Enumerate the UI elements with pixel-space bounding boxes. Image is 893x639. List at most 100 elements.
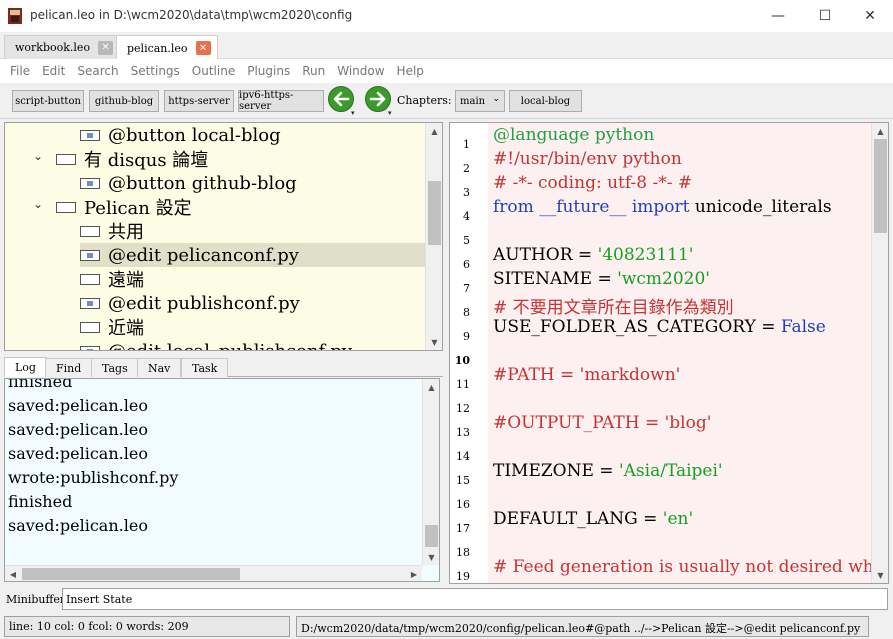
- close-tab-icon[interactable]: ✕: [195, 41, 211, 55]
- window-title: pelican.leo in D:\wcm2020\data\tmp\wcm20…: [30, 8, 353, 22]
- outline-node-label: @button local-blog: [108, 124, 281, 146]
- scroll-down-icon[interactable]: ▼: [872, 567, 888, 583]
- log-vertical-scrollbar[interactable]: ▲ ▼: [422, 379, 439, 565]
- menu-outline[interactable]: Outline: [186, 64, 241, 78]
- log-line: wrote:publishconf.py: [8, 468, 179, 487]
- outline-pane[interactable]: @button local-blog ⌄ 有 disqus 論壇 @button…: [4, 122, 443, 351]
- menu-file[interactable]: File: [4, 64, 36, 78]
- close-tab-icon[interactable]: ✕: [98, 40, 114, 55]
- menu-bar: File Edit Search Settings Outline Plugin…: [0, 59, 893, 83]
- line-number: 2: [463, 162, 470, 175]
- scrollbar-thumb[interactable]: [428, 181, 441, 245]
- outline-node[interactable]: 近端: [80, 315, 144, 339]
- menu-settings[interactable]: Settings: [125, 64, 186, 78]
- scroll-up-icon[interactable]: ▲: [872, 123, 888, 139]
- menu-edit[interactable]: Edit: [36, 64, 71, 78]
- doc-tab-workbook[interactable]: workbook.leo ✕: [4, 35, 121, 59]
- nav-back-dropdown-icon[interactable]: ▾: [351, 109, 355, 117]
- code-token: DEFAULT_LANG =: [493, 509, 663, 529]
- code-line: AUTHOR = '40823111': [493, 245, 693, 265]
- code-token: #PATH = 'markdown': [493, 365, 681, 385]
- tab-tags[interactable]: Tags: [91, 358, 139, 377]
- scroll-up-icon[interactable]: ▲: [426, 123, 442, 139]
- outline-node-selected[interactable]: @edit pelicanconf.py: [80, 243, 425, 267]
- scroll-down-icon[interactable]: ▼: [423, 549, 439, 565]
- menu-window[interactable]: Window: [331, 64, 390, 78]
- code-line: DEFAULT_LANG = 'en': [493, 509, 693, 529]
- scrollbar-thumb[interactable]: [874, 139, 887, 233]
- chevron-down-icon: ⌄: [492, 94, 500, 104]
- menu-search[interactable]: Search: [71, 64, 124, 78]
- menu-run[interactable]: Run: [296, 64, 331, 78]
- https-server-button[interactable]: https-server: [164, 90, 234, 112]
- code-line: TIMEZONE = 'Asia/Taipei': [493, 461, 723, 481]
- editor-vertical-scrollbar[interactable]: ▲ ▼: [871, 123, 888, 583]
- code-token: #!/usr/bin/env python: [493, 149, 682, 169]
- line-number: 7: [463, 282, 470, 295]
- line-number: 13: [456, 426, 470, 439]
- body-node-icon: [80, 345, 100, 350]
- outline-vertical-scrollbar[interactable]: ▲ ▼: [425, 123, 442, 350]
- expand-chevron-icon[interactable]: ⌄: [33, 197, 43, 211]
- code-line: @language python: [493, 125, 654, 145]
- minibuffer-input[interactable]: Insert State: [62, 588, 888, 610]
- line-number: 3: [463, 186, 470, 199]
- menu-plugins[interactable]: Plugins: [241, 64, 296, 78]
- line-number: 19: [456, 570, 470, 583]
- scroll-right-icon[interactable]: ▶: [406, 566, 422, 581]
- chapter-select[interactable]: main ⌄: [455, 90, 505, 112]
- menu-help[interactable]: Help: [391, 64, 430, 78]
- outline-node[interactable]: @edit publishconf.py: [80, 291, 300, 315]
- empty-node-icon: [56, 153, 76, 165]
- outline-node[interactable]: 共用: [80, 219, 144, 243]
- doc-tab-label: workbook.leo: [15, 41, 91, 54]
- scroll-down-icon[interactable]: ▼: [426, 334, 442, 350]
- doc-tab-pelican[interactable]: pelican.leo ✕: [116, 35, 218, 60]
- empty-node-icon: [56, 201, 76, 213]
- code-token: @language python: [493, 125, 655, 145]
- code-line: # -*- coding: utf-8 -*- #: [493, 173, 692, 193]
- outline-node[interactable]: @edit local_publishconf.py: [80, 339, 352, 351]
- scrollbar-thumb[interactable]: [22, 568, 240, 580]
- line-number: 5: [463, 234, 470, 247]
- code-token: import: [631, 197, 690, 217]
- scroll-left-icon[interactable]: ◀: [5, 566, 21, 581]
- minimize-button[interactable]: —: [755, 0, 801, 32]
- body-editor[interactable]: 1 2 3 4 5 6 7 8 9 10 11 12 13 14 15 16 17 18 19 @language …: [449, 122, 889, 584]
- tab-log[interactable]: Log: [4, 357, 47, 377]
- body-node-icon: [80, 129, 100, 141]
- log-horizontal-scrollbar[interactable]: ◀ ▶: [5, 565, 422, 581]
- code-line: SITENAME = 'wcm2020': [493, 269, 710, 289]
- log-line: saved:pelican.leo: [8, 516, 148, 535]
- code-token: 'wcm2020': [617, 269, 710, 289]
- code-line: #PATH = 'markdown': [493, 365, 680, 385]
- tab-task[interactable]: Task: [181, 358, 229, 377]
- empty-node-icon: [80, 225, 100, 237]
- outline-node-label: 近端: [108, 318, 144, 339]
- line-number: 11: [456, 378, 470, 391]
- doc-tab-label: pelican.leo: [127, 41, 188, 55]
- outline-node[interactable]: Pelican 設定: [56, 195, 192, 219]
- outline-node[interactable]: 遠端: [80, 267, 144, 291]
- code-token: unicode_literals: [689, 197, 832, 217]
- scrollbar-thumb[interactable]: [425, 525, 438, 547]
- tab-find[interactable]: Find: [45, 358, 93, 377]
- outline-node[interactable]: @button local-blog: [80, 123, 281, 147]
- outline-node-label: @edit local_publishconf.py: [108, 340, 352, 351]
- line-number: 9: [463, 330, 470, 343]
- ipv6-https-server-button[interactable]: ipv6-https-server: [238, 90, 324, 112]
- outline-node[interactable]: @button github-blog: [80, 171, 297, 195]
- github-blog-button[interactable]: github-blog: [89, 90, 159, 112]
- maximize-button[interactable]: ☐: [802, 0, 848, 32]
- nav-forward-dropdown-icon[interactable]: ▾: [388, 109, 392, 117]
- toolbar: script-button github-blog https-server i…: [0, 83, 893, 119]
- scroll-up-icon[interactable]: ▲: [423, 379, 439, 395]
- outline-node[interactable]: 有 disqus 論壇: [56, 147, 208, 171]
- code-token: 'en': [662, 509, 694, 529]
- script-button[interactable]: script-button: [12, 90, 84, 112]
- expand-chevron-icon[interactable]: ⌄: [33, 149, 43, 163]
- close-window-button[interactable]: ✕: [847, 0, 893, 32]
- local-blog-chapter-button[interactable]: local-blog: [509, 90, 582, 112]
- tab-nav[interactable]: Nav: [137, 358, 182, 377]
- log-pane[interactable]: finished saved:pelican.leo saved:pelican…: [4, 378, 440, 582]
